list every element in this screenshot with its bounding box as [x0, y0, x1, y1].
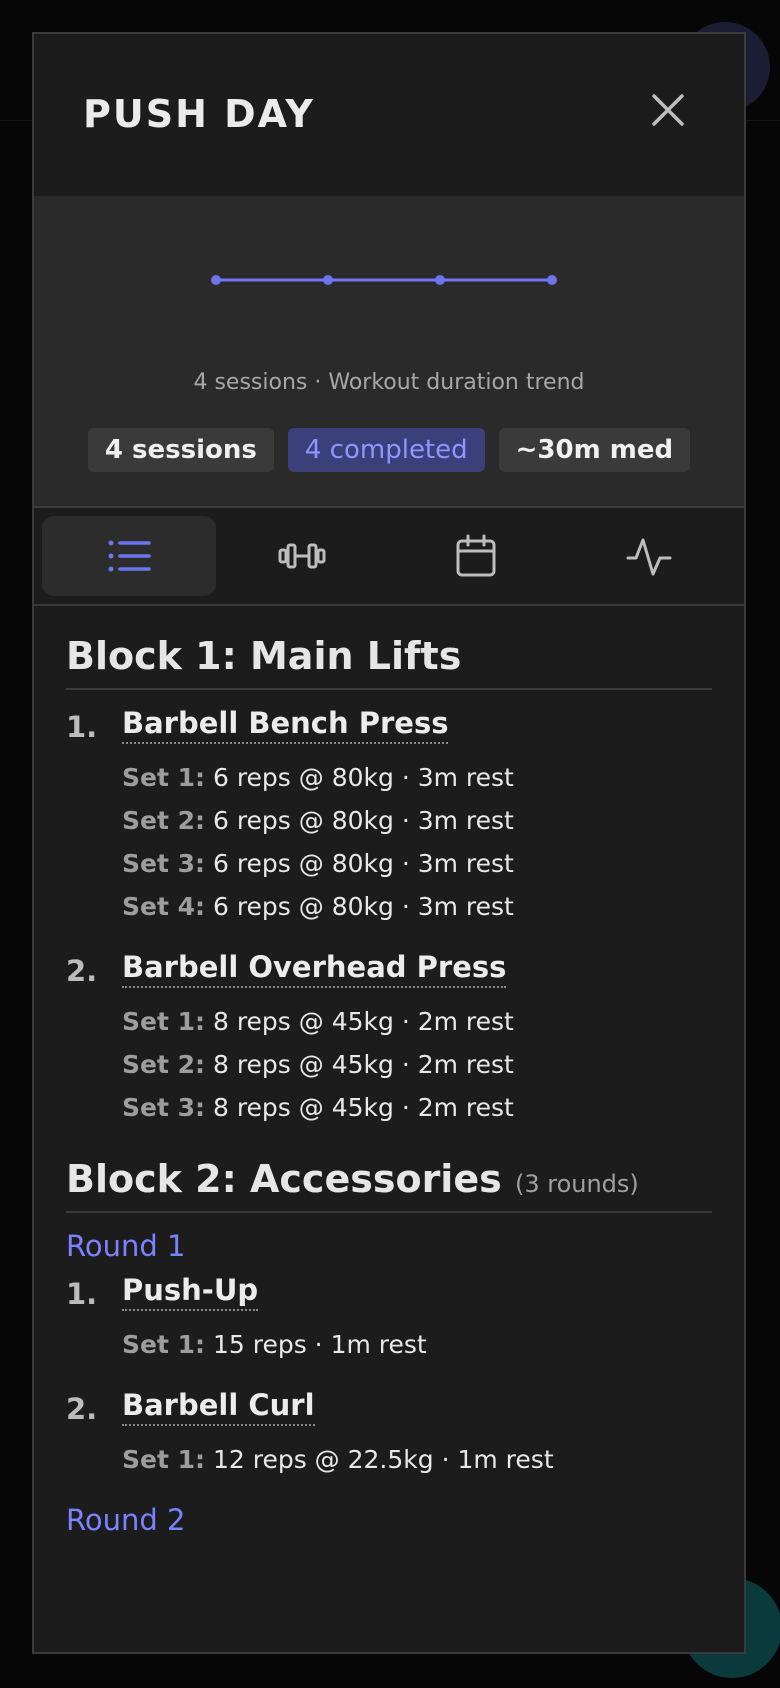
- modal-header: PUSH DAY: [34, 34, 744, 196]
- completed-chip: 4 completed: [287, 428, 485, 472]
- exercise-name-link[interactable]: Barbell Bench Press: [122, 706, 449, 744]
- set-row: Set 4: 6 reps @ 80kg · 3m rest: [122, 885, 712, 928]
- round-label: Round 2: [66, 1503, 186, 1537]
- exercise-name-link[interactable]: Barbell Overhead Press: [122, 950, 507, 988]
- list-icon: [108, 540, 151, 572]
- tab-exercises[interactable]: [216, 516, 390, 596]
- calendar-icon: [456, 534, 496, 577]
- set-label: Set 2:: [122, 806, 206, 835]
- sparkline-point-2: [323, 275, 333, 285]
- set-row: Set 1: 12 reps @ 22.5kg · 1m rest: [122, 1438, 712, 1481]
- exercise-name-link[interactable]: Push-Up: [122, 1273, 259, 1311]
- set-row: Set 2: 8 reps @ 45kg · 2m rest: [122, 1043, 712, 1086]
- set-detail: 15 reps · 1m rest: [212, 1330, 427, 1359]
- stat-chips: 4 sessions 4 completed ~30m med: [34, 428, 744, 472]
- median-duration-chip: ~30m med: [498, 428, 691, 472]
- set-row: Set 1: 15 reps · 1m rest: [122, 1323, 712, 1366]
- set-detail: 8 reps @ 45kg · 2m rest: [212, 1050, 514, 1079]
- set-label: Set 2:: [122, 1050, 206, 1079]
- view-tabs: [34, 508, 744, 606]
- summary-panel: 4 sessions · Workout duration trend 4 se…: [34, 196, 744, 508]
- exercise-item: 2. Barbell Curl Set 1: 12 reps @ 22.5kg …: [66, 1388, 712, 1481]
- set-label: Set 3:: [122, 1093, 206, 1122]
- set-row: Set 2: 6 reps @ 80kg · 3m rest: [122, 799, 712, 842]
- tab-list[interactable]: [42, 516, 216, 596]
- sparkline-caption: 4 sessions · Workout duration trend: [193, 370, 585, 395]
- workout-content: Block 1: Main Lifts 1. Barbell Bench Pre…: [34, 606, 744, 1537]
- set-label: Set 1:: [122, 1007, 206, 1036]
- set-label: Set 1:: [122, 1330, 206, 1359]
- dumbbell-icon: [278, 543, 326, 569]
- close-icon: [652, 94, 684, 126]
- exercise-name-link[interactable]: Barbell Curl: [122, 1388, 315, 1426]
- set-label: Set 1:: [122, 1445, 206, 1474]
- set-row: Set 1: 6 reps @ 80kg · 3m rest: [122, 756, 712, 799]
- set-detail: 8 reps @ 45kg · 2m rest: [212, 1007, 514, 1036]
- set-label: Set 4:: [122, 892, 206, 921]
- block-title: Block 1: Main Lifts: [66, 634, 712, 690]
- block-title-text: Block 1: Main Lifts: [66, 634, 462, 678]
- tab-activity[interactable]: [563, 516, 737, 596]
- duration-sparkline: [211, 275, 557, 285]
- activity-icon: [626, 538, 672, 576]
- block-rounds-count: (3 rounds): [514, 1170, 639, 1198]
- set-row: Set 3: 6 reps @ 80kg · 3m rest: [122, 842, 712, 885]
- set-detail: 6 reps @ 80kg · 3m rest: [212, 892, 514, 921]
- exercise-number: 1.: [66, 710, 98, 744]
- exercise-number: 2.: [66, 954, 98, 988]
- set-label: Set 3:: [122, 849, 206, 878]
- set-row: Set 3: 8 reps @ 45kg · 2m rest: [122, 1086, 712, 1129]
- block-title-text: Block 2: Accessories: [66, 1157, 502, 1201]
- exercise-item: 2. Barbell Overhead Press Set 1: 8 reps …: [66, 950, 712, 1129]
- set-detail: 8 reps @ 45kg · 2m rest: [212, 1093, 514, 1122]
- modal-title: PUSH DAY: [83, 92, 315, 136]
- block-main-lifts: Block 1: Main Lifts 1. Barbell Bench Pre…: [66, 634, 712, 1129]
- block-title: Block 2: Accessories (3 rounds): [66, 1157, 712, 1213]
- exercise-item: 1. Push-Up Set 1: 15 reps · 1m rest: [66, 1273, 712, 1366]
- exercise-number: 1.: [66, 1277, 98, 1311]
- block-accessories: Block 2: Accessories (3 rounds) Round 1 …: [66, 1157, 712, 1537]
- close-button[interactable]: [648, 90, 688, 130]
- set-detail: 6 reps @ 80kg · 3m rest: [212, 806, 514, 835]
- sessions-chip: 4 sessions: [87, 428, 274, 472]
- set-row: Set 1: 8 reps @ 45kg · 2m rest: [122, 1000, 712, 1043]
- tab-calendar[interactable]: [389, 516, 563, 596]
- round-label: Round 1: [66, 1229, 186, 1263]
- set-detail: 6 reps @ 80kg · 3m rest: [212, 763, 514, 792]
- sparkline-point-3: [435, 275, 445, 285]
- exercise-number: 2.: [66, 1392, 98, 1426]
- workout-modal: PUSH DAY 4 sessions · Workout duration t…: [32, 32, 746, 1654]
- set-detail: 12 reps @ 22.5kg · 1m rest: [212, 1445, 554, 1474]
- set-detail: 6 reps @ 80kg · 3m rest: [212, 849, 514, 878]
- sparkline-point-1: [211, 275, 221, 285]
- sparkline-point-4: [547, 275, 557, 285]
- exercise-item: 1. Barbell Bench Press Set 1: 6 reps @ 8…: [66, 706, 712, 928]
- set-label: Set 1:: [122, 763, 206, 792]
